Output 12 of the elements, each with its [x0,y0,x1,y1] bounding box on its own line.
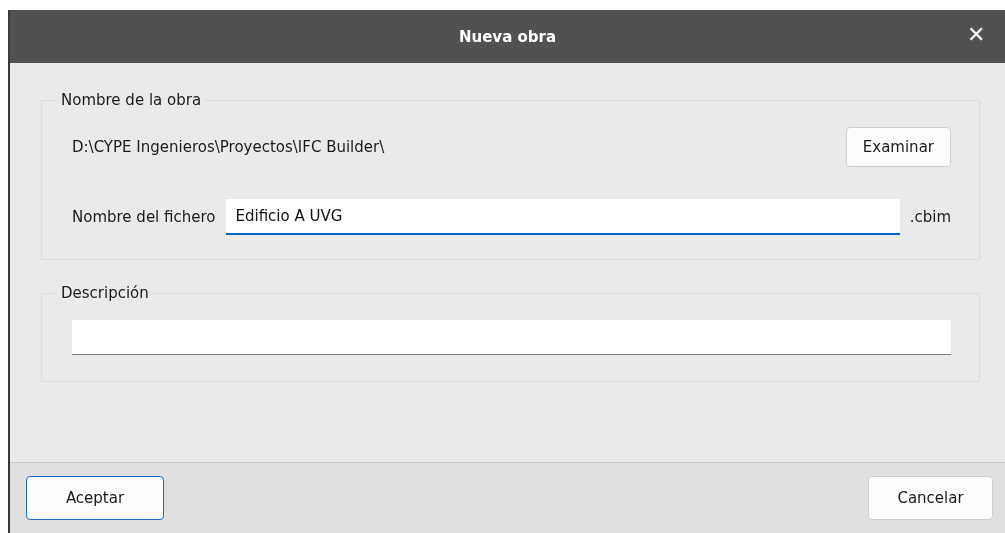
file-name-field[interactable]: Edificio A UVG [225,199,900,235]
description-field[interactable] [72,320,951,355]
field-label: Nombre del fichero [72,208,216,226]
group-title: Descripción [60,284,150,302]
accept-button[interactable]: Aceptar [26,476,164,520]
window-title: Nueva obra [458,27,557,46]
browse-button[interactable]: Examinar [845,127,951,167]
close-button[interactable]: ✕ [961,20,991,50]
group-title: Nombre de la obra [60,91,203,109]
file-extension: .cbim [909,208,951,226]
cancel-button[interactable]: Cancelar [868,476,993,520]
folder-path: D:\CYPE Ingenieros\Proyectos\IFC Builder\ [72,138,385,156]
